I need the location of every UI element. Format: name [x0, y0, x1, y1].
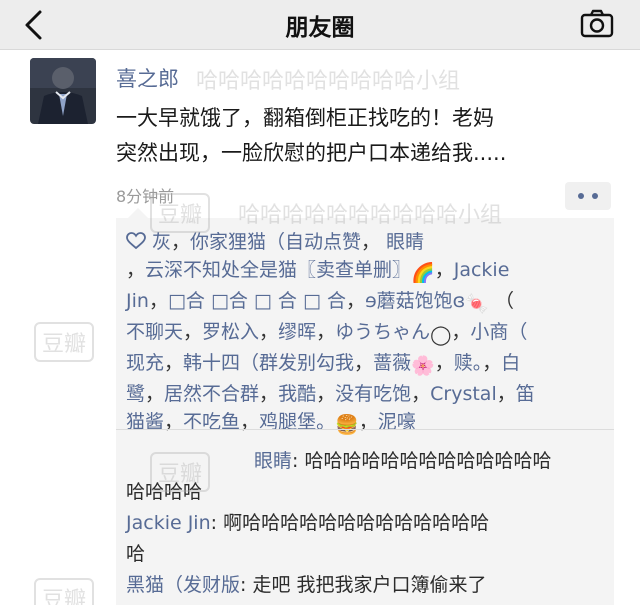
page-title: 朋友圈 — [285, 15, 355, 41]
comment: Jackie Jin: 啊哈哈哈哈哈哈哈哈哈哈哈哈哈 哈 — [126, 508, 610, 570]
post-author[interactable]: 喜之郎 — [116, 63, 179, 93]
likes-line: ，云深不知处全是猫〖卖查单删〗🌈，Jackie — [126, 256, 606, 287]
like-name[interactable]: 灰 — [152, 231, 171, 253]
like-name[interactable]: 云深不知处全是猫〖卖查单删〗 — [145, 259, 411, 281]
feedback-panel: 灰，你家狸猫（自动点赞， 眼睛 ，云深不知处全是猫〖卖查单删〗🌈，Jackie Ji… — [116, 208, 614, 605]
like-name[interactable]: Crystal — [430, 383, 497, 405]
like-name[interactable]: 白 — [501, 352, 520, 374]
like-name[interactable]: 居然不合群 — [164, 383, 259, 405]
like-separator: ， — [361, 231, 381, 253]
like-separator: ， — [482, 352, 502, 374]
comment-text: 哈哈哈哈哈哈哈哈哈哈哈哈哈 — [304, 450, 552, 472]
likes-line: Jin，□合 □合 □ 合 □ 合，ɘ蘑菇饱饱ɞ🍬 （ — [126, 287, 606, 318]
like-name[interactable]: 缪晖 — [278, 321, 316, 343]
top-bar: 朋友圈 — [0, 0, 640, 50]
comment-sep: : — [292, 450, 305, 472]
likes-line: 鹭，居然不合群，我酷，没有吃饱，Crystal，笛 — [126, 380, 606, 408]
like-name[interactable]: 罗松入 — [202, 321, 259, 343]
like-name[interactable]: Jackie — [454, 259, 510, 281]
like-separator: ， — [126, 259, 146, 281]
like-separator: ， — [316, 383, 336, 405]
like-name[interactable]: □合 □合 □ 合 □ 合 — [168, 290, 346, 312]
like-name[interactable]: 眼睛 — [380, 231, 424, 253]
emoji-icon: ◯ — [430, 324, 452, 346]
comment-author[interactable]: 黑猫（发财版 — [126, 574, 240, 596]
emoji-icon: 🌸 — [411, 355, 435, 377]
post-text-line: 一大早就饿了，翻箱倒柜正找吃的！老妈 — [116, 106, 494, 130]
watermark-text: 哈哈哈哈哈哈哈哈哈哈小组 — [196, 69, 461, 94]
like-separator: ， — [345, 290, 365, 312]
avatar[interactable] — [30, 58, 96, 124]
watermark-badge: 豆瓣 — [34, 322, 95, 362]
likes-line: 现充，韩十四（群发别勾我，蔷薇🌸，赎。，白 — [126, 349, 606, 380]
like-separator: ， — [434, 259, 454, 281]
comment: 眼睛: 哈哈哈哈哈哈哈哈哈哈哈哈哈 哈哈哈哈 — [126, 446, 610, 508]
comment-text: 啊哈哈哈哈哈哈哈哈哈哈哈哈哈 — [223, 512, 490, 534]
likes-line: 灰，你家狸猫（自动点赞， 眼睛 — [126, 228, 606, 256]
like-name[interactable]: 不聊天 — [126, 321, 183, 343]
dot-icon — [592, 193, 598, 199]
likes-line: 不聊天，罗松入，缪晖，ゆうちゃん◯，小商（ — [126, 318, 606, 349]
like-name[interactable]: ɘ蘑菇饱饱ɞ — [365, 290, 465, 312]
comment-author[interactable]: 眼睛 — [254, 450, 292, 472]
emoji-icon: 🍬 — [465, 293, 489, 315]
like-separator: （ — [488, 290, 515, 312]
like-separator: ， — [259, 321, 279, 343]
like-name[interactable]: 鹭 — [126, 383, 145, 405]
comment-text: 走吧 我把我家户口簿偷来了 — [252, 574, 487, 596]
like-separator: ， — [164, 352, 184, 374]
like-name[interactable]: Jin — [126, 290, 149, 312]
post-time: 8分钟前 — [116, 187, 175, 206]
caret — [128, 208, 148, 218]
emoji-icon: 🌈 — [411, 262, 435, 284]
likes-list: 灰，你家狸猫（自动点赞， 眼睛 ，云深不知处全是猫〖卖查单删〗🌈，Jackie Ji… — [116, 228, 614, 439]
comment-sep: : — [240, 574, 253, 596]
like-name[interactable]: ゆうちゃん — [335, 321, 430, 343]
watermark-badge: 豆瓣 — [34, 578, 95, 605]
like-separator: ， — [171, 231, 191, 253]
like-separator: ， — [434, 352, 454, 374]
comment-sep: : — [210, 512, 224, 534]
like-separator: ， — [451, 321, 471, 343]
comment-author[interactable]: Jackie Jin — [126, 512, 211, 534]
camera-icon[interactable] — [580, 8, 614, 40]
like-separator: ， — [183, 321, 203, 343]
like-name[interactable]: 韩十四（群发别勾我 — [183, 352, 354, 374]
likes-line: 猫酱，不吃鱼，鸡腿堡。🍔，泥嚎 — [126, 408, 606, 439]
like-name[interactable]: 没有吃饱 — [335, 383, 411, 405]
more-button[interactable] — [565, 182, 611, 210]
like-name[interactable]: 你家狸猫（自动点赞 — [190, 231, 361, 253]
like-separator: ， — [316, 321, 336, 343]
comment-text: 哈哈哈哈 — [126, 481, 203, 503]
like-separator: ， — [354, 352, 374, 374]
like-separator: ， — [148, 290, 168, 312]
like-name[interactable]: 小商（ — [470, 321, 527, 343]
like-separator: ， — [259, 383, 279, 405]
like-name[interactable]: 我酷 — [278, 383, 316, 405]
comment-text: 哈 — [126, 543, 146, 565]
emoji-icon: 🍔 — [335, 414, 359, 436]
like-name[interactable]: 现充 — [126, 352, 164, 374]
post-text-line: 突然出现，一脸欣慰的把户口本递给我..... — [116, 141, 507, 165]
like-separator: ， — [411, 383, 431, 405]
like-name[interactable]: 赎。 — [454, 352, 483, 374]
dot-icon — [578, 193, 584, 199]
divider — [116, 429, 614, 430]
like-name[interactable]: 蔷薇 — [373, 352, 411, 374]
like-separator: ， — [496, 383, 516, 405]
avatar-image — [30, 58, 96, 124]
like-name[interactable]: 笛 — [516, 383, 535, 405]
like-separator: ， — [145, 383, 165, 405]
heart-outline-icon — [126, 232, 146, 250]
post-text: 一大早就饿了，翻箱倒柜正找吃的！老妈 突然出现，一脸欣慰的把户口本递给我....… — [116, 101, 616, 171]
comment: 黑猫（发财版: 走吧 我把我家户口簿偷来了 — [126, 570, 610, 601]
